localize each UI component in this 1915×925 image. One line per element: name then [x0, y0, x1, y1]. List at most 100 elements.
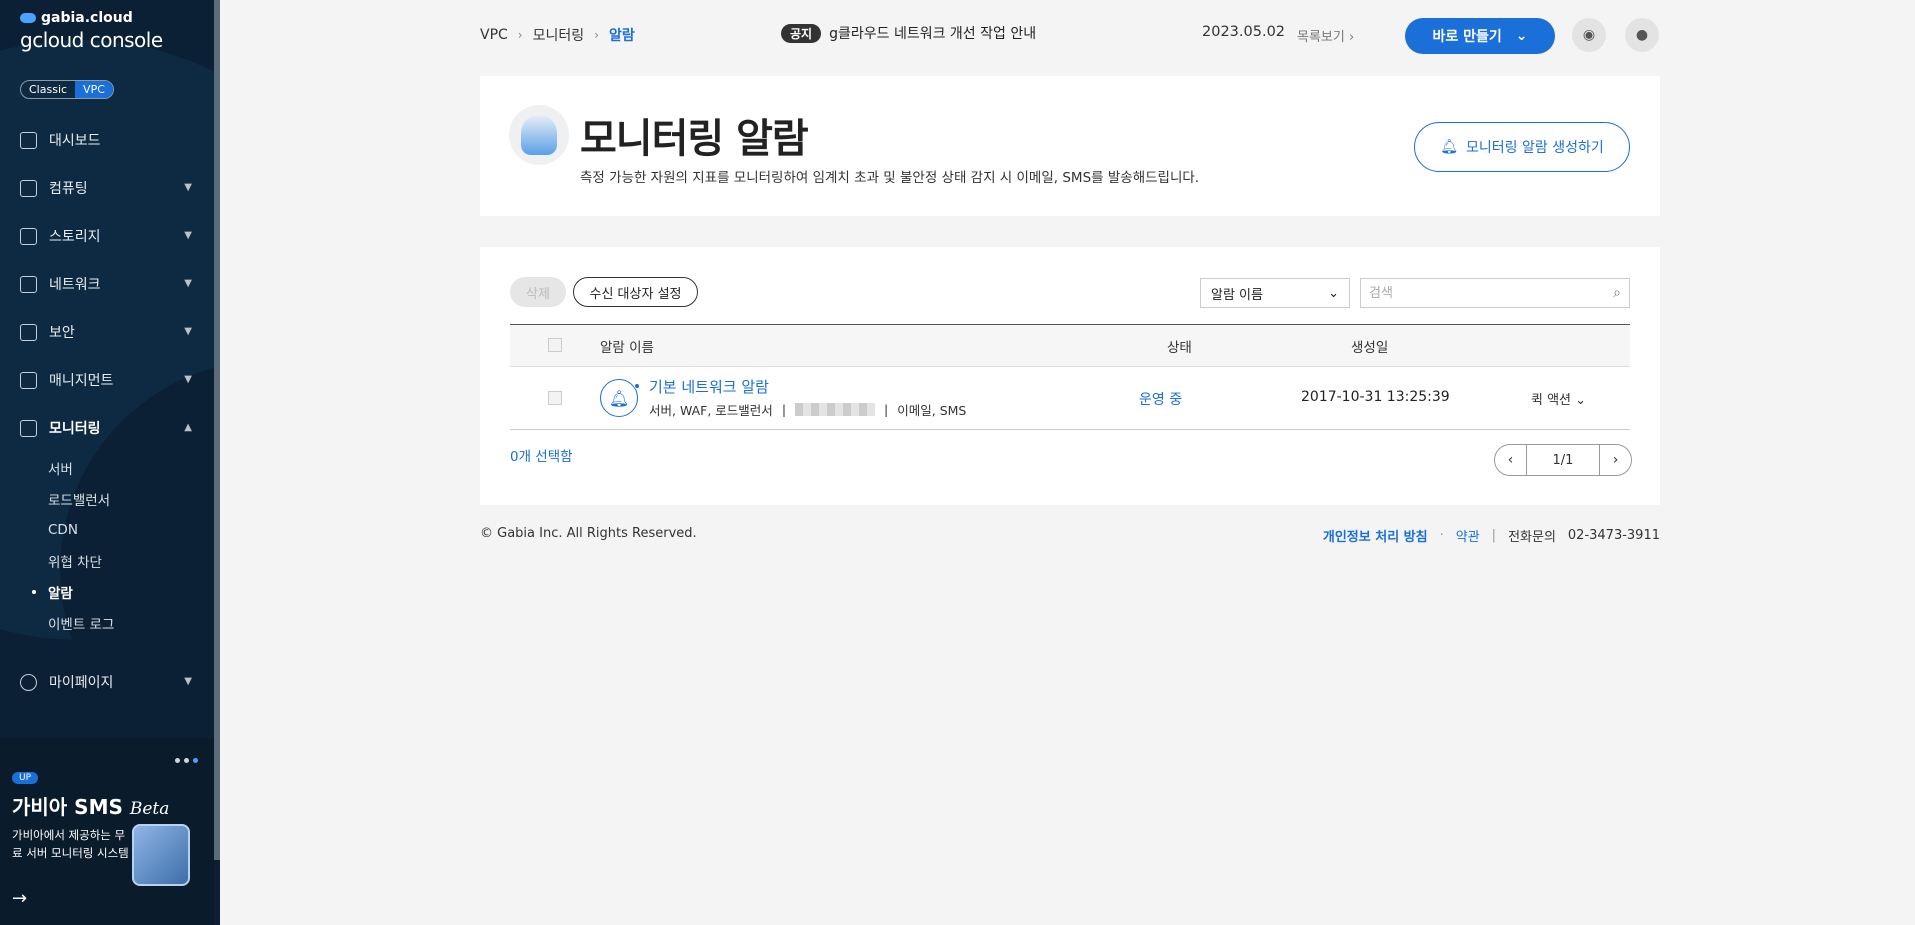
breadcrumb-vpc[interactable]: VPC [480, 27, 508, 43]
sidebar-item-label: 스토리지 [49, 229, 101, 245]
brand-small: gabia.cloud [41, 10, 133, 26]
active-dot [634, 383, 640, 389]
subnav-item-alarm[interactable]: 알람 [0, 576, 214, 607]
promo-badge: UP [12, 772, 39, 784]
brand-logo[interactable]: gabia.cloud gcloud console [20, 10, 163, 52]
chevron-down-icon: ▼ [184, 278, 192, 289]
alarm-list-card: 삭제 수신 대상자 설정 알람 이름 ⌄ ⌕ 알람 이름 상태 생성일 🔔︎ 기… [480, 247, 1660, 505]
sidebar-item-dashboard[interactable]: 대시보드 [0, 116, 214, 164]
server-illustration-icon [132, 824, 190, 886]
cloud-icon [20, 13, 36, 23]
subnav-item-event-log[interactable]: 이벤트 로그 [0, 607, 214, 638]
chat-icon[interactable]: ◉ [1572, 18, 1606, 52]
column-status: 상태 [1167, 340, 1192, 356]
network-icon [20, 275, 37, 293]
alarm-targets: 서버, WAF, 로드밸런서 [649, 403, 773, 418]
quick-action-dropdown[interactable]: 퀵 액션 ⌄ [1531, 389, 1586, 408]
alarm-name-link[interactable]: 기본 네트워크 알람 [649, 376, 769, 397]
table-header: 알람 이름 상태 생성일 [510, 324, 1630, 367]
mode-vpc[interactable]: VPC [75, 81, 113, 98]
promo-title: 가비아 SMS Beta [12, 795, 170, 819]
alarm-meta: 서버, WAF, 로드밸런서 | | 이메일, SMS [649, 400, 966, 419]
dashboard-icon [20, 131, 37, 149]
bell-illustration-icon [509, 105, 569, 165]
subnav-item-cdn[interactable]: CDN [0, 514, 214, 545]
carousel-dot[interactable] [184, 758, 189, 763]
promo-description: 가비아에서 제공하는 무료 서버 모니터링 시스템 [12, 828, 129, 860]
chevron-down-icon: ▼ [184, 374, 192, 385]
chevron-down-icon: ▼ [184, 676, 192, 687]
chevron-down-icon: ⌄ [1515, 28, 1528, 44]
next-page-button[interactable]: › [1599, 444, 1632, 476]
alarm-channels: 이메일, SMS [897, 403, 967, 418]
phone-label: 전화문의 [1508, 530, 1556, 545]
promo-banner[interactable]: UP 가비아 SMS Beta 가비아에서 제공하는 무료 서버 모니터링 시스… [0, 738, 214, 925]
sidebar-item-mypage[interactable]: 마이페이지 ▼ [0, 658, 214, 706]
sidebar-item-computing[interactable]: 컴퓨팅 ▼ [0, 164, 214, 212]
create-alarm-button[interactable]: 🔔︎ 모니터링 알람 생성하기 [1414, 122, 1630, 172]
sidebar-item-storage[interactable]: 스토리지 ▼ [0, 212, 214, 260]
sidebar-item-label: 대시보드 [49, 133, 101, 149]
sidebar-scrollbar[interactable] [214, 0, 220, 860]
page-title: 모니터링 알람 [580, 116, 809, 162]
search-input[interactable] [1369, 285, 1614, 301]
sidebar-item-monitoring[interactable]: 모니터링 ▲ [0, 404, 214, 452]
arrow-right-icon[interactable]: → [12, 888, 27, 909]
mode-classic[interactable]: Classic [21, 81, 75, 98]
shield-icon [20, 323, 37, 341]
chevron-right-icon: › [1348, 30, 1355, 45]
page-indicator: 1/1 [1527, 444, 1599, 476]
footer-links: 개인정보 처리 방침 · 약관 | 전화문의 02-3473-3911 [1323, 526, 1660, 545]
quick-create-button[interactable]: 바로 만들기 ⌄ [1405, 18, 1555, 54]
delete-button[interactable]: 삭제 [510, 277, 566, 307]
search-box[interactable]: ⌕ [1360, 278, 1630, 308]
sidebar-item-label: 모니터링 [49, 421, 101, 437]
notice-banner[interactable]: 공지 g클라우드 네트워크 개선 작업 안내 [781, 23, 1036, 43]
recipient-settings-button[interactable]: 수신 대상자 설정 [573, 277, 698, 307]
carousel-dots[interactable] [175, 758, 198, 763]
selected-count: 0개 선택함 [510, 449, 573, 465]
user-icon[interactable]: ● [1625, 18, 1659, 52]
sidebar-item-security[interactable]: 보안 ▼ [0, 308, 214, 356]
divider: | [1491, 528, 1497, 543]
breadcrumb: VPC › 모니터링 › 알람 [480, 25, 635, 45]
copyright: © Gabia Inc. All Rights Reserved. [480, 526, 697, 541]
notice-text[interactable]: g클라우드 네트워크 개선 작업 안내 [829, 23, 1036, 43]
chevron-down-icon: ⌄ [1575, 393, 1587, 408]
mode-toggle[interactable]: Classic VPC [20, 80, 114, 99]
divider: | [781, 402, 787, 417]
privacy-link[interactable]: 개인정보 처리 방침 [1323, 526, 1428, 545]
row-checkbox[interactable] [548, 391, 562, 405]
dot-separator: · [1439, 528, 1444, 543]
sidebar-nav: 대시보드 컴퓨팅 ▼ 스토리지 ▼ 네트워크 ▼ 보안 ▼ 매니지먼트 ▼ 모니… [0, 116, 214, 706]
cpu-icon [20, 179, 37, 197]
chevron-down-icon: ▼ [184, 182, 192, 193]
subnav-item-loadbalancer[interactable]: 로드밸런서 [0, 483, 214, 514]
carousel-dot[interactable] [193, 758, 198, 763]
sidebar-item-label: 컴퓨팅 [49, 181, 88, 197]
column-created: 생성일 [1351, 340, 1389, 356]
terms-link[interactable]: 약관 [1456, 526, 1480, 545]
select-all-checkbox[interactable] [548, 338, 562, 352]
management-icon [20, 371, 37, 389]
masked-recipient [795, 403, 876, 416]
search-icon[interactable]: ⌕ [1613, 285, 1621, 301]
search-filter-select[interactable]: 알람 이름 ⌄ [1200, 278, 1350, 308]
bell-icon: 🔔︎ [600, 379, 640, 417]
subnav-item-threat-block[interactable]: 위협 차단 [0, 545, 214, 576]
breadcrumb-current: 알람 [608, 28, 635, 44]
notice-list-link[interactable]: 목록보기 › [1297, 26, 1354, 45]
phone-number: 02-3473-3911 [1567, 528, 1660, 543]
user-icon [20, 673, 37, 691]
subnav-item-server[interactable]: 서버 [0, 452, 214, 483]
chevron-right-icon: › [517, 28, 523, 42]
sidebar-item-network[interactable]: 네트워크 ▼ [0, 260, 214, 308]
pagination: ‹ 1/1 › [1494, 444, 1632, 476]
chevron-right-icon: › [594, 28, 599, 42]
breadcrumb-monitoring[interactable]: 모니터링 [533, 25, 585, 45]
table-row[interactable]: 🔔︎ 기본 네트워크 알람 서버, WAF, 로드밸런서 | | 이메일, SM… [510, 367, 1630, 430]
sidebar-item-management[interactable]: 매니지먼트 ▼ [0, 356, 214, 404]
monitoring-subnav: 서버 로드밸런서 CDN 위협 차단 알람 이벤트 로그 [0, 452, 214, 646]
carousel-dot[interactable] [175, 758, 180, 763]
prev-page-button[interactable]: ‹ [1494, 444, 1527, 476]
